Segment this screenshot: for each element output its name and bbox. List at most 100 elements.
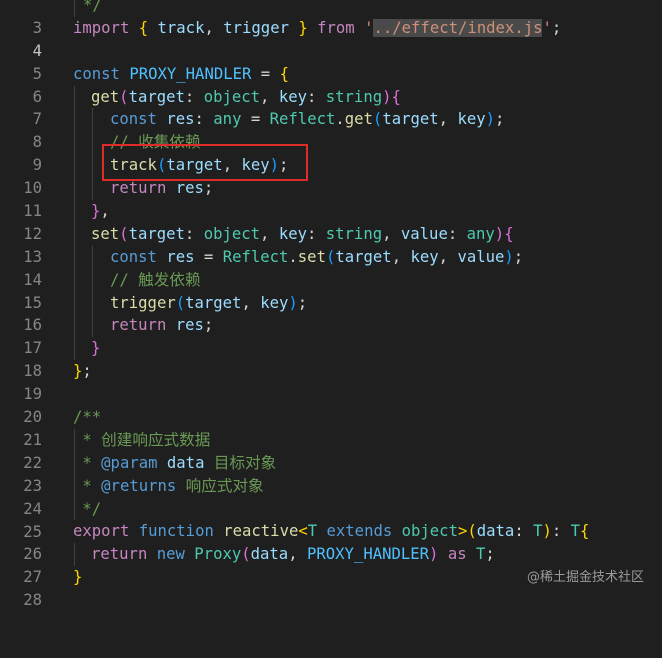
type-token: T	[570, 522, 581, 541]
type-param-token: T	[307, 522, 318, 541]
keyword-token: as	[447, 545, 467, 564]
param-token: key	[278, 87, 307, 106]
identifier-token: res	[166, 110, 195, 129]
code-line-8[interactable]: 8 const res: any = Reflect.get(target, k…	[0, 108, 662, 151]
indent-guide	[74, 291, 75, 315]
code-line-24[interactable]: 24 * @returns 响应式对象	[0, 474, 662, 518]
indent-guide	[74, 108, 75, 132]
type-token: object	[203, 224, 261, 243]
class-token: Reflect	[222, 247, 289, 266]
identifier-token: target	[185, 293, 242, 312]
brace-token: {	[580, 522, 590, 541]
indent-guide	[74, 268, 75, 292]
brace-token: {	[391, 87, 401, 106]
code-line-10[interactable]: 10 track(target, key);	[0, 154, 662, 197]
string-token: '	[542, 18, 552, 37]
method-token: get	[91, 87, 120, 106]
method-token: set	[91, 224, 120, 243]
keyword-token: const	[110, 247, 157, 266]
comment-token: 目标对象	[204, 453, 277, 472]
param-token: key	[278, 224, 307, 243]
keyword-token: return	[110, 316, 167, 335]
comment-token: 响应式对象	[176, 476, 264, 495]
function-name-token: reactive	[223, 522, 299, 541]
constant-token: PROXY_HANDLER	[306, 545, 430, 564]
code-line-4[interactable]: 4 import { track, trigger } from '../eff…	[0, 17, 662, 60]
import-path[interactable]: ../effect/index.js	[373, 18, 543, 37]
type-token: T	[476, 545, 486, 564]
method-token: get	[344, 110, 373, 129]
indent-guide	[92, 245, 93, 269]
type-token: string	[325, 224, 383, 243]
param-token: target	[128, 87, 185, 106]
code-line-18[interactable]: 18 }	[0, 337, 662, 380]
indent-guide	[74, 85, 75, 109]
code-line-12[interactable]: 12 },	[0, 200, 662, 243]
indent-guide	[92, 314, 93, 338]
param-token: data	[476, 522, 515, 541]
keyword-token: export	[73, 522, 130, 541]
identifier-token: value	[457, 247, 505, 266]
comment-token: /**	[73, 408, 102, 427]
brace-token: }	[73, 362, 83, 381]
code-line-23[interactable]: 23 * @param data 目标对象	[0, 451, 662, 495]
line-number: 28	[23, 591, 42, 610]
code-line-27[interactable]: 27 return new Proxy(data, PROXY_HANDLER)…	[0, 543, 662, 586]
method-token: set	[297, 247, 326, 266]
identifier-token: trigger	[223, 18, 289, 37]
brace-token: }	[73, 568, 83, 587]
indent-guide	[74, 314, 75, 338]
identifier-token: res	[175, 316, 204, 335]
comment-token: */	[73, 499, 102, 518]
code-line-14[interactable]: 14 const res = Reflect.set(target, key, …	[0, 245, 662, 289]
code-line-6[interactable]: 6 const PROXY_HANDLER = {	[0, 63, 662, 106]
brace-token: {	[138, 18, 149, 37]
indent-guide	[74, 0, 75, 17]
indent-guide	[74, 222, 75, 246]
code-line-7[interactable]: 7 get(target: object, key: string){	[0, 85, 662, 128]
indent-guide	[74, 337, 75, 361]
indent-guide	[92, 108, 93, 132]
code-line-3[interactable]: 3 */	[0, 0, 662, 37]
keyword-token: extends	[326, 522, 393, 541]
brace-token: }	[91, 202, 101, 221]
function-call-token: trigger	[110, 293, 176, 312]
indent-guide	[92, 154, 93, 178]
code-lines: 3 */ 4 import { track, trigger } from '.…	[0, 0, 662, 609]
indent-guide	[74, 543, 75, 567]
code-line-21[interactable]: 21 /**	[0, 406, 662, 449]
code-line-5[interactable]: 5	[0, 40, 662, 83]
comment-token: */	[83, 0, 102, 14]
indent-guide	[92, 131, 93, 155]
keyword-token: from	[317, 18, 355, 37]
type-token: any	[213, 110, 242, 129]
code-line-9[interactable]: 9 // 收集依赖	[0, 131, 662, 174]
jsdoc-tag: @returns	[101, 476, 177, 495]
code-line-25[interactable]: 25 */	[0, 497, 662, 541]
highlight-annotation-box	[102, 144, 308, 181]
code-line-20[interactable]: 20	[0, 383, 662, 426]
indent-guide	[74, 154, 75, 178]
jsdoc-param-name: data	[166, 453, 205, 472]
keyword-token: const	[73, 64, 120, 83]
constant-token: PROXY_HANDLER	[129, 64, 252, 83]
code-line-15[interactable]: 15 // 触发依赖	[0, 268, 662, 312]
type-token: object	[203, 87, 261, 106]
code-line-26[interactable]: 26 export function reactive<T extends ob…	[0, 520, 662, 563]
param-token: value	[400, 224, 448, 243]
brace-token: }	[91, 339, 101, 358]
code-editor[interactable]: 3 */ 4 import { track, trigger } from '.…	[0, 0, 662, 609]
identifier-token: key	[260, 293, 289, 312]
type-token: string	[325, 87, 383, 106]
code-line-22[interactable]: 22 * 创建响应式数据	[0, 428, 662, 472]
code-line-17[interactable]: 17 return res;	[0, 314, 662, 357]
code-line-11[interactable]: 11 return res;	[0, 177, 662, 220]
indent-guide	[92, 268, 93, 292]
brace-token: {	[504, 224, 514, 243]
jsdoc-tag: @param	[101, 453, 158, 472]
code-line-13[interactable]: 13 set(target: object, key: string, valu…	[0, 222, 662, 266]
identifier-token: target	[382, 110, 439, 129]
keyword-token: return	[91, 545, 148, 564]
code-line-16[interactable]: 16 trigger(target, key);	[0, 291, 662, 334]
code-line-19[interactable]: 19 };	[0, 360, 662, 403]
